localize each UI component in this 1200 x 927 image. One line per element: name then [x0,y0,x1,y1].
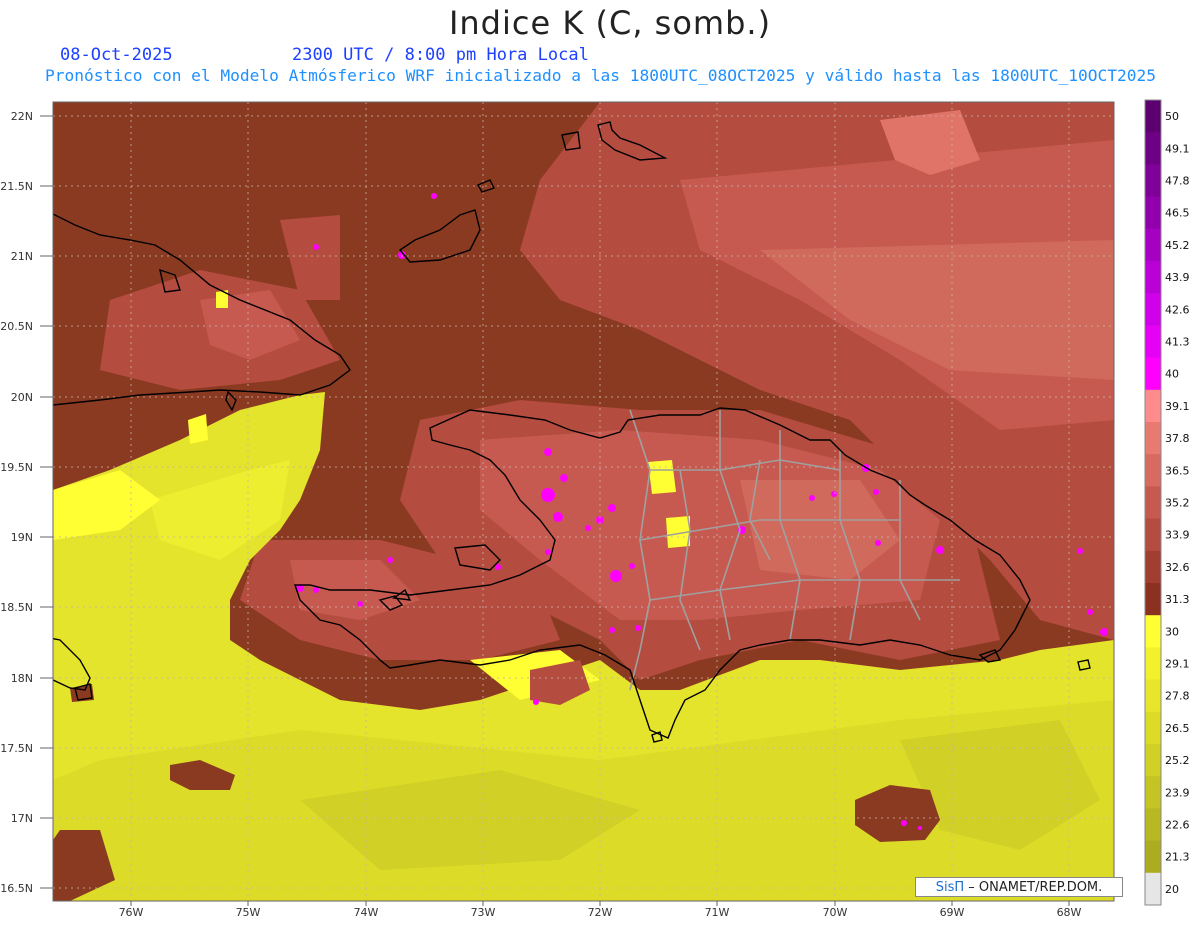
lat-label: 16.5N [0,882,33,895]
colorbar-swatch [1145,389,1161,423]
colorbar-swatch [1145,422,1161,455]
lat-label: 22N [11,110,33,123]
colorbar-swatch [1145,583,1161,616]
colorbar-swatch [1145,164,1161,198]
lat-label: 21N [11,250,33,263]
colorbar-swatch [1145,550,1161,584]
colorbar-label: 36.5 [1165,464,1190,477]
colorbar-label: 20 [1165,883,1179,896]
lat-label: 18.5N [0,601,33,614]
colorbar-swatch [1145,808,1161,842]
lon-label: 68W [1057,906,1082,919]
colorbar-swatch [1145,711,1161,745]
colorbar-swatch [1145,357,1161,391]
colorbar-swatch [1145,840,1161,874]
colorbar-swatch [1145,325,1161,359]
colorbar-label: 45.2 [1165,239,1190,252]
colorbar-label: 22.6 [1165,819,1190,832]
colorbar-label: 29.1 [1165,658,1190,671]
colorbar-swatch [1145,454,1161,487]
colorbar-swatch [1145,679,1161,713]
colorbar-swatch [1145,776,1161,809]
lat-label: 17N [11,812,33,825]
colorbar-swatch [1145,615,1161,648]
colorbar-swatch [1145,261,1161,294]
colorbar-swatch [1145,486,1161,520]
colorbar-label: 26.5 [1165,722,1190,735]
colorbar-label: 50 [1165,110,1179,123]
colorbar-label: 46.5 [1165,207,1190,220]
weather-map: 22N 21.5N 21N 20.5N 20N 19.5N 19N 18.5N … [0,99,1190,919]
lat-label: 19.5N [0,461,33,474]
colorbar-swatch [1145,518,1161,552]
field-zone [648,460,676,494]
lat-label: 18N [11,672,33,685]
lon-label: 72W [588,906,613,919]
colorbar-label: 30 [1165,625,1179,638]
lon-label: 74W [354,906,379,919]
colorbar-swatch [1145,132,1161,165]
lon-label: 73W [471,906,496,919]
lat-label: 20N [11,391,33,404]
credit-text: – ONAMET/REP.DOM. [968,880,1103,895]
colorbar-swatch [1145,744,1161,777]
colorbar-label: 27.8 [1165,690,1190,703]
lon-label: 76W [119,906,144,919]
lat-label: 21.5N [0,180,33,193]
lon-ticks [130,901,1070,906]
colorbar-label: 21.3 [1165,851,1190,864]
lat-ticks [40,115,53,889]
credit-box: SisΠ – ONAMET/REP.DOM. [915,877,1123,897]
lat-label: 20.5N [0,320,33,333]
latitude-axis: 22N 21.5N 21N 20.5N 20N 19.5N 19N 18.5N … [0,110,33,895]
lon-label: 69W [940,906,965,919]
lon-label: 71W [705,906,730,919]
colorbar-label: 23.9 [1165,786,1190,799]
lon-label: 75W [236,906,261,919]
colorbar-label: 32.6 [1165,561,1190,574]
colorbar-swatch [1145,196,1161,230]
colorbar-swatch [1145,647,1161,681]
colorbar-swatch [1145,872,1161,906]
colorbar-label: 47.8 [1165,175,1190,188]
sispi-logo: SisΠ [935,880,965,895]
colorbar-label: 25.2 [1165,754,1190,767]
lat-label: 19N [11,531,33,544]
colorbar-label: 42.6 [1165,303,1190,316]
colorbar-swatch [1145,100,1161,133]
colorbar-label: 39.1 [1165,400,1190,413]
colorbar-label: 33.9 [1165,529,1190,542]
colorbar-label: 31.3 [1165,593,1190,606]
colorbar-label: 37.8 [1165,432,1190,445]
lon-label: 70W [823,906,848,919]
colorbar-label: 40 [1165,368,1179,381]
lat-label: 17.5N [0,742,33,755]
map-plot-area [53,102,1114,901]
longitude-axis: 76W 75W 74W 73W 72W 71W 70W 69W 68W [119,906,1082,919]
colorbar-label: 43.9 [1165,271,1190,284]
colorbar: 50 49.1 47.8 46.5 45.2 43.9 42.6 41.3 40 39.1 37.8… [1144,99,1190,906]
colorbar-swatch [1145,228,1161,262]
colorbar-label: 35.2 [1165,497,1190,510]
colorbar-label: 41.3 [1165,336,1190,349]
colorbar-label: 49.1 [1165,142,1190,155]
colorbar-swatch [1145,293,1161,326]
